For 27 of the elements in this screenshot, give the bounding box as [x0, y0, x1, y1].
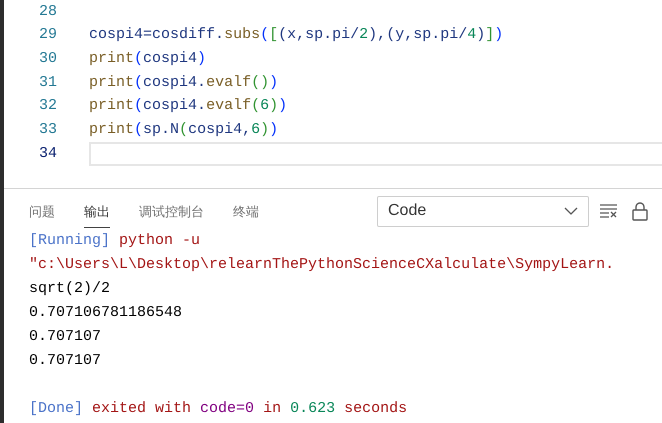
panel-tab[interactable]: 终端 — [233, 194, 259, 228]
line-number: 31 — [38, 72, 57, 93]
code-line: print(sp.N(cospi4,6)) — [89, 120, 278, 140]
panel-tab[interactable]: 调试控制台 — [139, 194, 204, 228]
clear-output-icon[interactable] — [600, 204, 618, 218]
output-line: [Running] python -u — [29, 231, 200, 251]
line-number: 29 — [38, 25, 57, 46]
output-line: 0.707107 — [29, 327, 102, 347]
line-number: 30 — [38, 48, 57, 69]
output-line: 0.707106781186548 — [29, 303, 182, 323]
lock-icon[interactable] — [632, 202, 648, 220]
output-line: "c:\Users\L\Desktop\relearnThePythonScienceCXalculate\SympyLearn. — [29, 255, 614, 275]
panel-tab[interactable]: 输出 — [84, 194, 110, 228]
line-number: 33 — [38, 120, 57, 140]
line-number: 32 — [38, 96, 57, 116]
code-line: print(cospi4.evalf()) — [89, 72, 278, 93]
panel-tab[interactable]: 问题 — [29, 194, 55, 228]
line-number: 28 — [38, 2, 57, 22]
code-line: print(cospi4) — [89, 48, 206, 69]
code-line: print(cospi4.evalf(6)) — [89, 96, 288, 116]
output-line: [Done] exited with code=0 in 0.623 seconds — [29, 399, 408, 419]
output-line: sqrt(2)/2 — [29, 279, 110, 299]
channel-select[interactable]: Code — [377, 196, 589, 226]
chevron-down-icon — [564, 207, 578, 215]
output-line: 0.707107 — [29, 351, 102, 371]
line-number: 34 — [38, 144, 57, 164]
code-line: cospi4=cosdiff.subs([(x,sp.pi/2),(y,sp.pi/4)]) — [89, 25, 504, 46]
